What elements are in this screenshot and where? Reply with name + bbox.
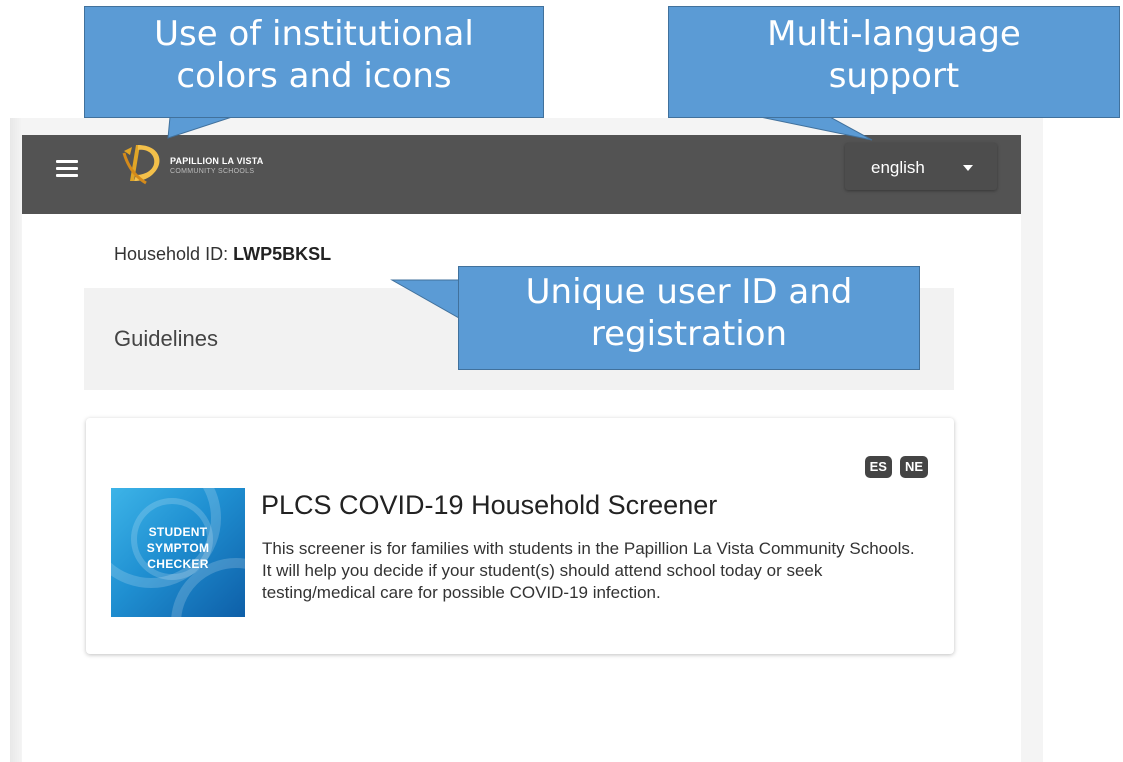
language-badge-ne[interactable]: NE [899,456,928,478]
callout-language-line-2: support [828,56,960,96]
logo-name: PAPILLION LA VISTA [170,156,264,166]
language-value: english [871,158,925,177]
callout-multi-language: Multi-language support [668,6,1120,118]
guidelines-label: Guidelines [114,326,218,351]
callout-language-line-1: Multi-language [767,14,1021,54]
household-id-value: LWP5BKSL [233,244,332,264]
callout-unique-user-id: Unique user ID and registration [458,266,920,370]
image-text-line-1: STUDENT [148,525,208,539]
household-id-label: Household ID: [114,244,229,264]
hamburger-icon[interactable] [56,160,78,178]
language-selector[interactable]: english [845,143,997,190]
image-text-line-3: CHECKER [147,557,209,571]
callout-institutional-line-2: colors and icons [176,56,452,96]
screener-description: This screener is for families with stude… [262,539,915,602]
callout-user-id-line-1: Unique user ID and [525,272,853,312]
caret-down-icon [963,165,973,171]
image-text-line-2: SYMPTOM [146,541,210,555]
callout-institutional-colors: Use of institutional colors and icons [84,6,544,118]
symptom-checker-image-text: STUDENT SYMPTOM CHECKER [111,524,245,572]
symptom-checker-image: STUDENT SYMPTOM CHECKER [111,488,245,617]
household-id: Household ID: LWP5BKSL [114,244,331,265]
district-logo[interactable]: PAPILLION LA VISTA COMMUNITY SCHOOLS [116,137,336,187]
language-badge-es[interactable]: ES [864,456,892,478]
screener-title: PLCS COVID-19 Household Screener [261,490,718,520]
top-nav-bar: PAPILLION LA VISTA COMMUNITY SCHOOLS eng… [22,135,1021,214]
screen-edge [10,118,22,762]
logo-subtitle: COMMUNITY SCHOOLS [170,168,255,175]
callout-user-id-line-2: registration [590,314,788,354]
screener-card[interactable]: ES NE STUDENT SYMPTOM CHECKER PLCS COVID… [86,418,954,654]
page: PAPILLION LA VISTA COMMUNITY SCHOOLS eng… [0,0,1123,762]
language-badges: ES NE [864,456,928,478]
logo-mark-icon [122,145,160,185]
callout-institutional-line-1: Use of institutional [154,14,474,54]
